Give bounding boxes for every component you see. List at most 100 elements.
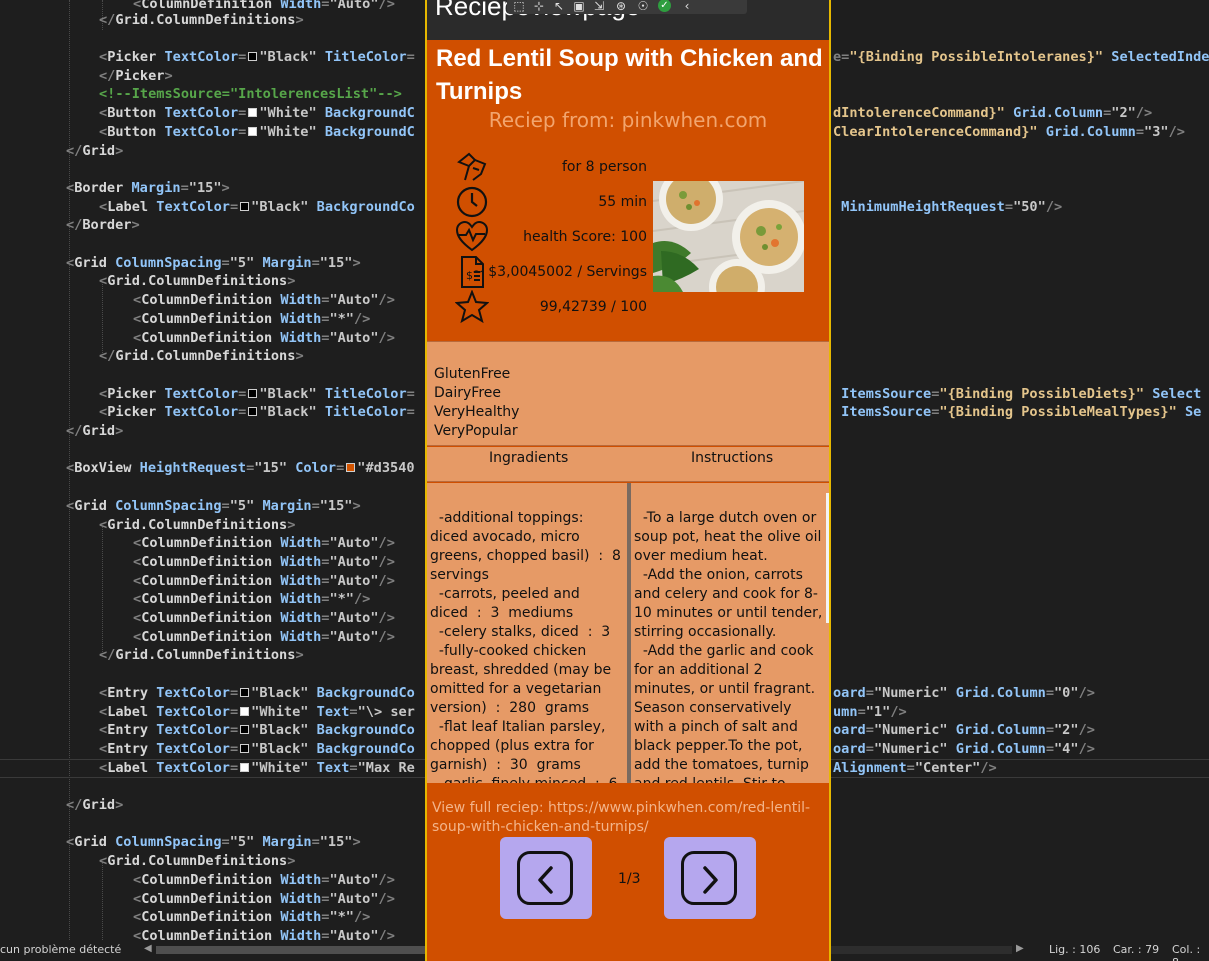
code-line[interactable]: oard="Numeric" Grid.Column="4"/> <box>833 740 1095 759</box>
servings-icon <box>455 150 489 184</box>
code-line[interactable]: <ColumnDefinition Width="Auto"/> <box>133 890 395 909</box>
code-token: PossibleMealTypes <box>1021 404 1161 420</box>
code-line[interactable]: <Label TextColor= "Black" BackgroundCo <box>99 198 415 217</box>
ingredients-list[interactable]: -additional toppings: diced avocado, mic… <box>430 509 622 783</box>
code-token: TextColor <box>164 404 239 420</box>
code-line[interactable]: ItemsSource="{Binding PossibleMealTypes}… <box>833 403 1201 422</box>
code-line[interactable]: <ColumnDefinition Width="Auto"/> <box>133 609 395 628</box>
tab-ingredients[interactable]: Ingradients <box>489 450 568 466</box>
code-line[interactable]: ClearIntolerenceCommand}" Grid.Column="3… <box>833 123 1185 142</box>
code-line[interactable]: <Grid ColumnSpacing="5" Margin="15"> <box>66 833 361 852</box>
code-line[interactable]: <ColumnDefinition Width="*"/> <box>133 310 370 329</box>
code-line[interactable]: <ColumnDefinition Width="Auto"/> <box>133 329 395 348</box>
code-line[interactable]: <BoxView HeightRequest="15" Color= "#d354… <box>66 459 415 478</box>
code-line[interactable]: </Grid> <box>66 796 123 815</box>
code-token: Grid <box>82 143 116 159</box>
hot-reload-icon[interactable]: ⇲ <box>591 0 607 14</box>
code-line[interactable]: <ColumnDefinition Width="Auto"/> <box>133 572 395 591</box>
code-line[interactable]: <Grid ColumnSpacing="5" Margin="15"> <box>66 497 361 516</box>
code-line[interactable]: <Grid.ColumnDefinitions> <box>99 852 295 871</box>
code-token: "0" <box>1054 685 1079 701</box>
price-text: ~ $3,0045002 / Servings <box>472 264 647 280</box>
code-token: > <box>352 834 361 850</box>
code-line[interactable]: <Button TextColor= "White" BackgroundC <box>99 123 415 142</box>
code-token: "1" <box>865 704 891 720</box>
code-line[interactable]: </Picker> <box>99 67 173 86</box>
code-line[interactable]: oard="Numeric" Grid.Column="0"/> <box>833 684 1095 703</box>
code-token: TextColor <box>164 49 239 65</box>
code-line[interactable]: <Grid.ColumnDefinitions> <box>99 516 295 535</box>
code-line[interactable]: <ColumnDefinition Width="Auto"/> <box>133 534 395 553</box>
instructions-list[interactable]: -To a large dutch oven or soup pot, heat… <box>634 509 824 783</box>
code-line[interactable]: <Button TextColor= "White" BackgroundC <box>99 104 415 123</box>
char-number[interactable]: Car. : 79 <box>1113 943 1159 956</box>
instructions-scrollbar[interactable] <box>826 493 829 623</box>
code-token: Text <box>316 704 350 720</box>
code-line[interactable]: <ColumnDefinition Width="Auto"/> <box>133 871 395 890</box>
code-line[interactable]: </Grid.ColumnDefinitions> <box>99 11 304 30</box>
cursor-icon[interactable]: ↖ <box>551 0 567 14</box>
code-line[interactable]: </Grid.ColumnDefinitions> <box>99 347 304 366</box>
code-line[interactable]: <Picker TextColor= "Black" TitleColor= <box>99 385 415 404</box>
code-line[interactable]: </Grid.ColumnDefinitions> <box>99 646 304 665</box>
previous-button[interactable] <box>500 837 592 919</box>
code-line[interactable]: e="{Binding PossibleIntoleranes}" Select… <box>833 48 1209 67</box>
code-token: }" <box>1127 386 1153 402</box>
accessibility-icon[interactable]: ☉ <box>635 0 651 14</box>
code-token: "Black" <box>259 386 325 402</box>
code-line[interactable]: <Picker TextColor= "Black" TitleColor= <box>99 48 415 67</box>
code-line[interactable]: <ColumnDefinition Width="*"/> <box>133 908 370 927</box>
servings-text: for 8 person <box>561 159 647 175</box>
line-number[interactable]: Lig. : 106 <box>1049 943 1100 956</box>
code-token: PossibleIntoleranes <box>931 49 1087 65</box>
scrollbar-thumb[interactable] <box>156 946 426 954</box>
code-line[interactable]: <Label TextColor= "White" Text="\> ser <box>99 703 415 722</box>
code-line[interactable]: <Grid ColumnSpacing="5" Margin="15"> <box>66 254 361 273</box>
code-line[interactable]: <Entry TextColor= "Black" BackgroundCo <box>99 684 415 703</box>
full-recipe-link[interactable]: View full reciep: https://www.pinkwhen.c… <box>432 799 827 837</box>
code-line[interactable]: <ColumnDefinition Width="Auto"/> <box>133 927 395 940</box>
code-token: ItemsSource <box>833 404 932 420</box>
code-line[interactable]: <Picker TextColor= "Black" TitleColor= <box>99 403 415 422</box>
binding-icon[interactable]: ⊛ <box>613 0 629 14</box>
code-line[interactable]: </Border> <box>66 216 140 235</box>
code-line[interactable]: <ColumnDefinition Width="Auto"/> <box>133 291 395 310</box>
code-line[interactable]: </Grid> <box>66 142 123 161</box>
code-line[interactable]: Alignment="Center"/> <box>833 759 997 778</box>
code-line[interactable]: ItemsSource="{Binding PossibleDiets}" Se… <box>833 385 1201 404</box>
code-line[interactable]: <ColumnDefinition Width="Auto"/> <box>133 553 395 572</box>
collapse-icon[interactable]: ‹ <box>679 0 695 14</box>
scroll-right-arrow-icon[interactable]: ▶ <box>1016 943 1024 954</box>
column-number[interactable]: Col. : 8 <box>1172 943 1209 961</box>
code-token: /> <box>378 573 395 589</box>
code-line[interactable]: <Border Margin="15"> <box>66 179 230 198</box>
code-token: /> <box>1078 722 1095 738</box>
code-token: < <box>99 760 108 776</box>
code-token: = <box>336 460 345 476</box>
element-picker-icon[interactable]: ⊹ <box>531 0 547 14</box>
code-token: = <box>865 741 874 757</box>
code-line[interactable]: <ColumnDefinition Width="Auto"/> <box>133 628 395 647</box>
code-line[interactable]: <Entry TextColor= "Black" BackgroundCo <box>99 740 415 759</box>
scroll-left-arrow-icon[interactable]: ◀ <box>144 943 152 954</box>
code-line[interactable]: MinimumHeightRequest="50"/> <box>833 198 1062 217</box>
code-line[interactable]: <Label TextColor= "White" Text="Max Re <box>99 759 415 778</box>
code-line[interactable]: </Grid> <box>66 422 123 441</box>
code-token: Label <box>107 760 157 776</box>
code-line[interactable]: <ColumnDefinition Width="*"/> <box>133 590 370 609</box>
layout-icon[interactable]: ▣ <box>571 0 587 14</box>
recipe-lists: -additional toppings: diced avocado, mic… <box>427 483 829 783</box>
code-line[interactable]: dIntolerenceCommand}" Grid.Column="2"/> <box>833 104 1152 123</box>
next-button[interactable] <box>664 837 756 919</box>
code-line[interactable]: <Grid.ColumnDefinitions> <box>99 272 295 291</box>
code-line[interactable]: umn="1"/> <box>833 703 907 722</box>
code-token: oard <box>833 685 866 701</box>
code-line[interactable]: <Entry TextColor= "Black" BackgroundCo <box>99 721 415 740</box>
recipe-source[interactable]: Reciep from: pinkwhen.com <box>427 108 829 132</box>
select-icon[interactable]: ⬚ <box>511 0 527 14</box>
code-line[interactable]: <!--ItemsSource="IntolerencesList"--> <box>99 85 402 104</box>
tab-instructions[interactable]: Instructions <box>691 450 773 466</box>
code-token: ColumnDefinition <box>141 591 281 607</box>
check-icon[interactable]: ✓ <box>658 0 671 12</box>
code-line[interactable]: oard="Numeric" Grid.Column="2"/> <box>833 721 1095 740</box>
